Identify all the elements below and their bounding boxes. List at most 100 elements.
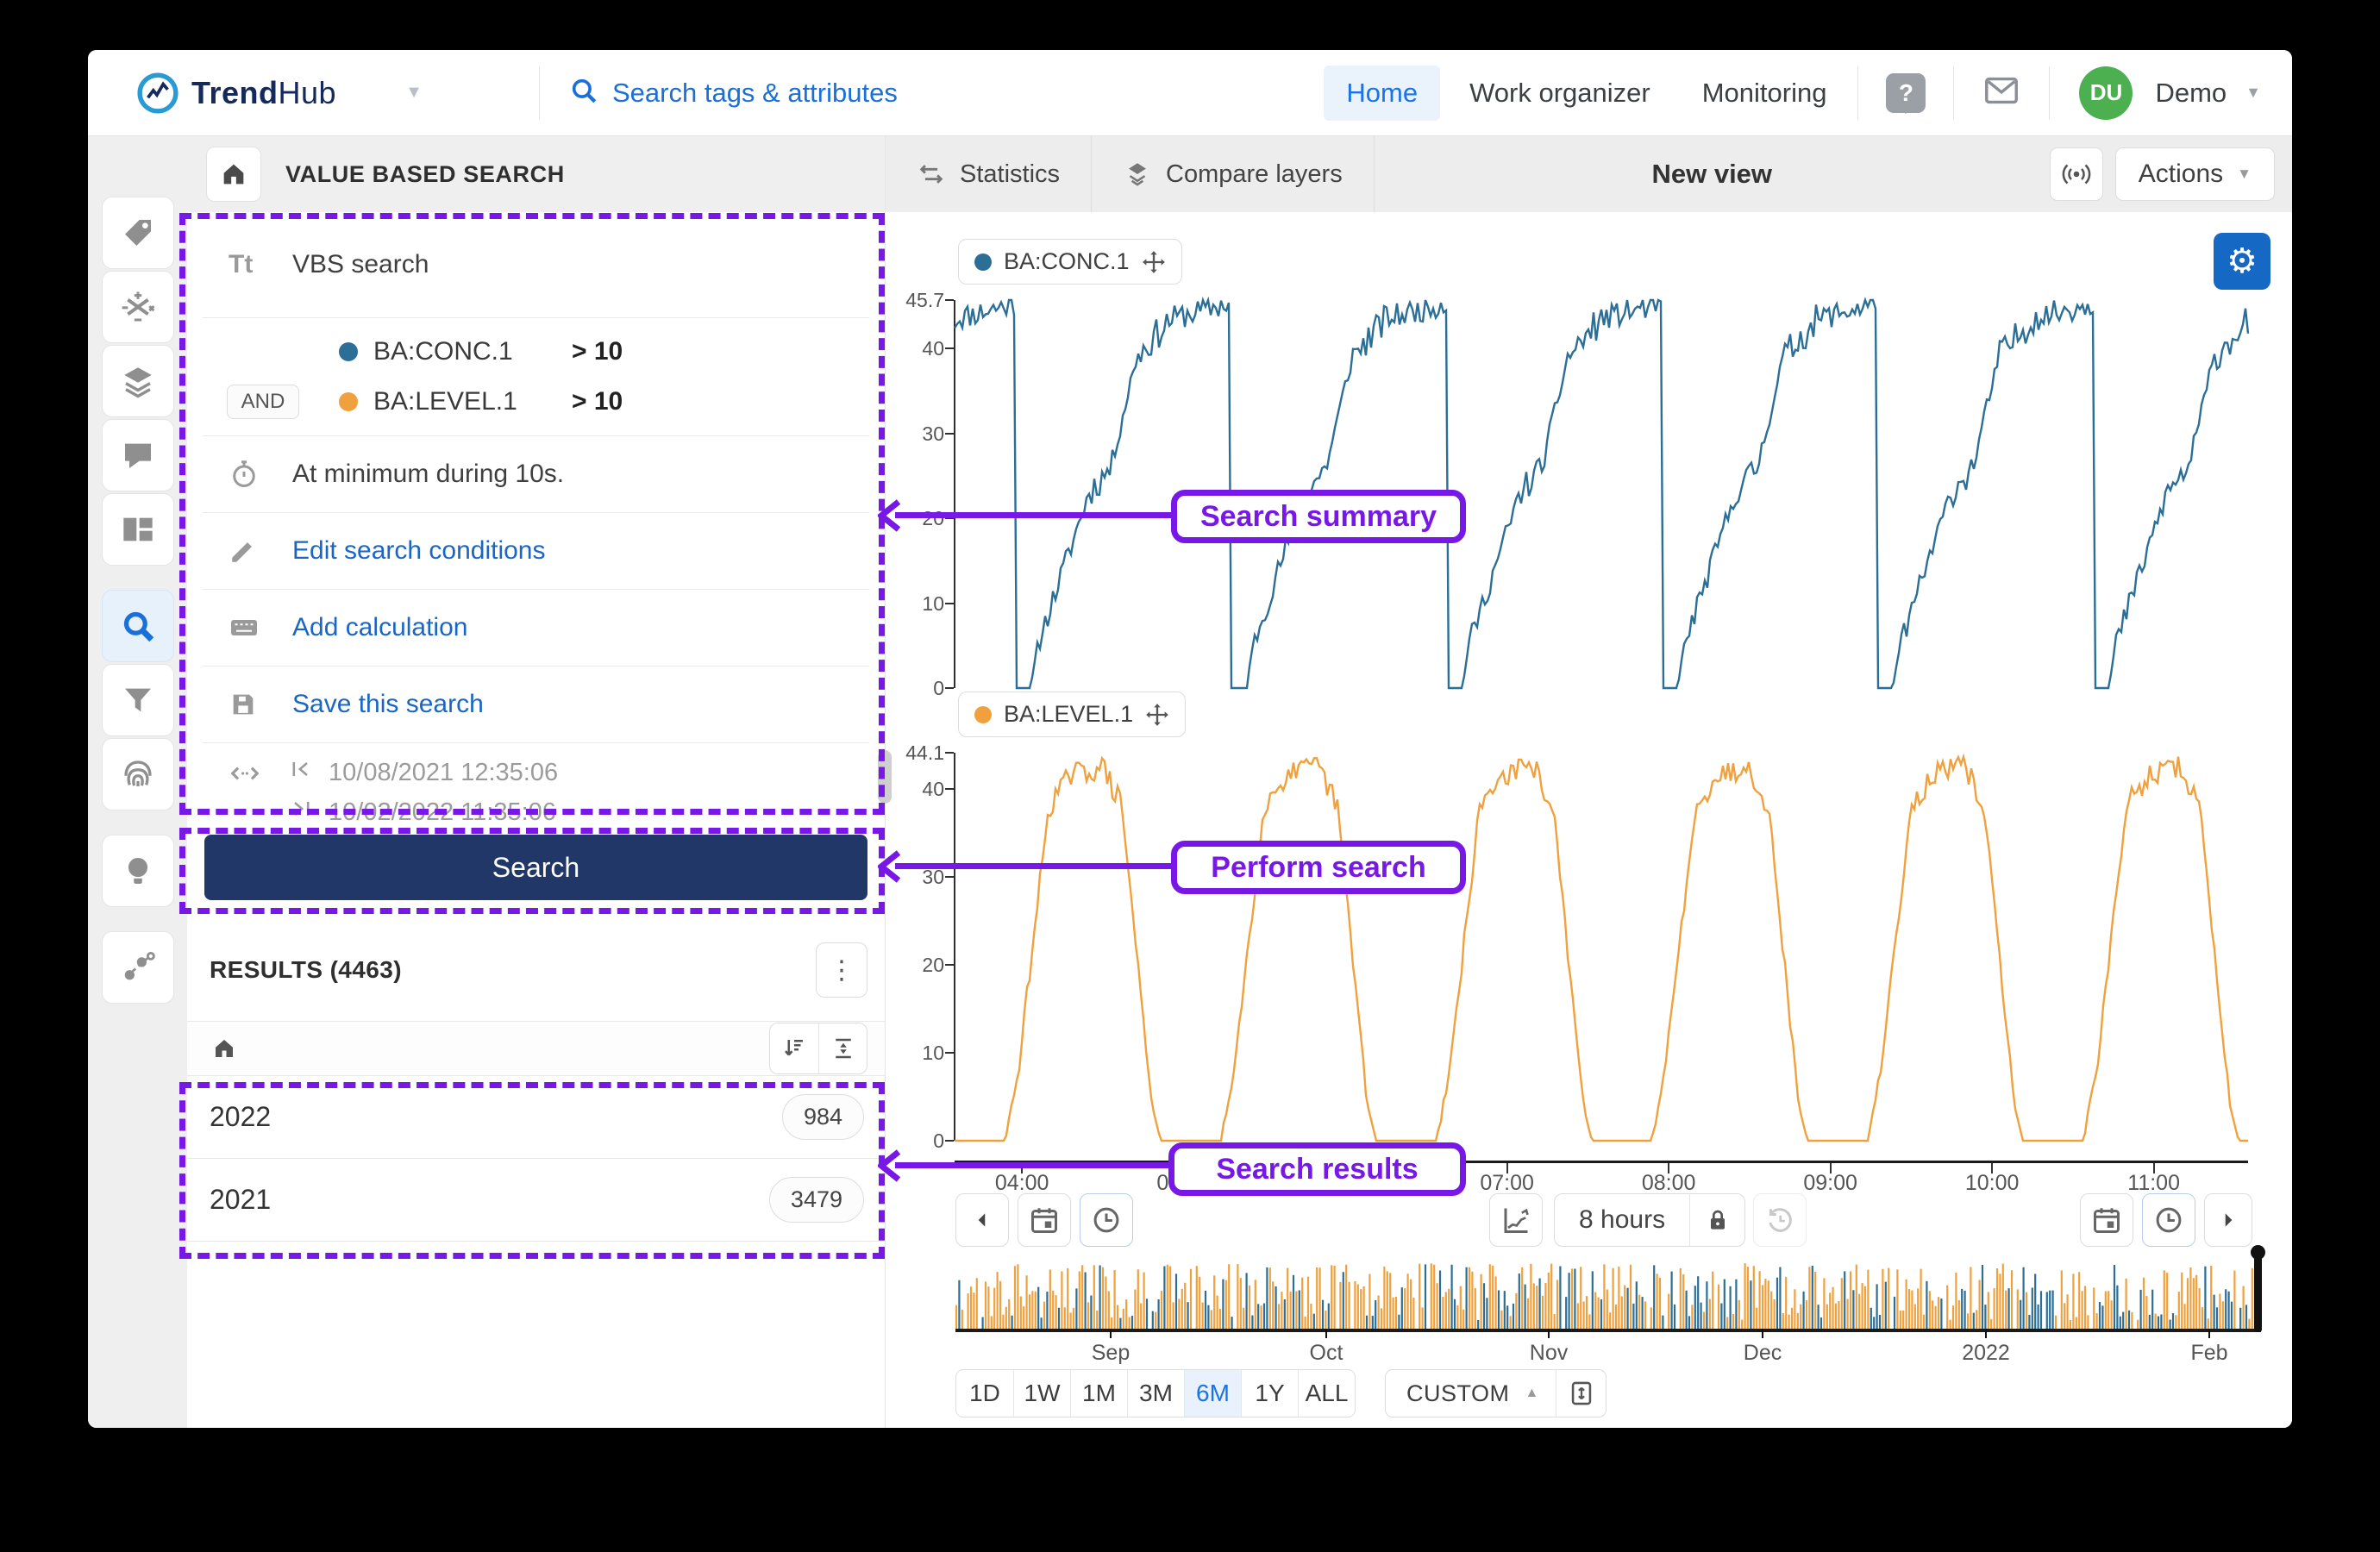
y-tick-mark (945, 687, 954, 689)
result-count-badge: 3479 (769, 1177, 864, 1223)
sidebar-item-layers[interactable] (102, 345, 174, 417)
sidebar-item-fingerprint[interactable] (102, 738, 174, 810)
search-button[interactable]: Search (204, 835, 867, 900)
move-handle-icon[interactable] (1142, 250, 1166, 274)
brand-caret-icon[interactable]: ▼ (405, 83, 423, 103)
sidebar-item-search[interactable] (102, 590, 174, 662)
end-calendar-button[interactable] (2080, 1193, 2133, 1247)
custom-collapse-caret-icon[interactable]: ▲ (1525, 1370, 1556, 1417)
time-range-block: 10/08/2021 12:35:06 10/02/2022 11:35:06 (187, 743, 885, 828)
mail-icon[interactable] (1982, 71, 2021, 115)
tag-search-bar[interactable]: Search tags & attributes (540, 76, 1324, 110)
actions-label: Actions (2139, 160, 2223, 189)
move-handle-icon[interactable] (1145, 703, 1169, 727)
save-this-search-link[interactable]: Save this search (292, 690, 484, 719)
user-name[interactable]: Demo (2155, 78, 2227, 109)
avatar[interactable]: DU (2079, 66, 2133, 120)
search-conditions: BA:CONC.1> 10ANDBA:LEVEL.1> 10 (187, 318, 885, 435)
collapse-groups-button[interactable] (818, 1023, 867, 1073)
preset-1m[interactable]: 1M (1070, 1370, 1127, 1417)
sidebar-item-comment[interactable] (102, 419, 174, 491)
results-menu-button[interactable]: ⋮ (816, 942, 867, 998)
sidebar-item-calc[interactable] (102, 271, 174, 343)
y-tick-label: 44.1 (891, 741, 944, 765)
series-plot-ba-conc-1 (955, 296, 2248, 692)
add-calculation-link[interactable]: Add calculation (292, 613, 467, 642)
chart-settings-gear-button[interactable]: ⚙ (2214, 233, 2270, 290)
nav-item-home[interactable]: Home (1324, 66, 1440, 121)
context-trend-button[interactable] (1489, 1193, 1543, 1247)
zoom-preset-group: 1D1W1M3M6M1YALL (955, 1369, 1356, 1417)
sidebar-item-bulb[interactable] (102, 835, 174, 907)
legend-chip-ba-conc-1[interactable]: BA:CONC.1 (958, 239, 1182, 285)
result-row-2022[interactable]: 2022984 (187, 1076, 885, 1159)
sort-descending-button[interactable] (770, 1023, 818, 1073)
overview-scrubber-handle[interactable] (2254, 1255, 2262, 1332)
user-menu-caret-icon[interactable]: ▼ (2245, 84, 2261, 102)
sidebar-item-graph[interactable] (102, 931, 174, 1004)
results-home-icon[interactable] (211, 1036, 769, 1061)
sidebar-item-funnel[interactable] (102, 664, 174, 736)
month-label: Oct (1287, 1341, 1365, 1366)
sidebar-item-dashboard[interactable] (102, 493, 174, 566)
preset-1y[interactable]: 1Y (1241, 1370, 1298, 1417)
chart-canvas[interactable]: ⚙ BA:CONC.145.7403020100BA:LEVEL.144.140… (886, 212, 2292, 1428)
help-icon[interactable]: ? (1886, 73, 1926, 113)
preset-3m[interactable]: 3M (1127, 1370, 1184, 1417)
live-mode-button[interactable] (2050, 147, 2103, 201)
nav-item-monitoring[interactable]: Monitoring (1680, 66, 1850, 121)
result-count-badge: 984 (782, 1094, 864, 1140)
tab-compare-layers[interactable]: Compare layers (1092, 136, 1375, 212)
history-button[interactable] (1753, 1193, 1807, 1247)
month-tick-mark (1762, 1329, 1763, 1338)
preset-6m[interactable]: 6M (1184, 1370, 1241, 1417)
start-calendar-button-icon (1029, 1205, 1060, 1236)
save-icon (229, 690, 263, 719)
duration-value[interactable]: 8 hours (1555, 1205, 1689, 1235)
end-time-button[interactable] (2142, 1193, 2195, 1247)
start-calendar-button[interactable] (1018, 1193, 1071, 1247)
top-bar: TrendHub ▼ Search tags & attributes Home… (88, 50, 2292, 136)
x-tick-label: 07:00 (1464, 1171, 1550, 1196)
condition-tag: BA:CONC.1 (373, 337, 572, 366)
lock-duration-button[interactable] (1689, 1194, 1744, 1246)
custom-range-label[interactable]: CUSTOM (1386, 1370, 1525, 1417)
month-tick-mark (2208, 1329, 2210, 1338)
tab-statistics[interactable]: Statistics (886, 136, 1092, 212)
actions-button[interactable]: Actions ▼ (2115, 147, 2275, 201)
start-time-button-icon (1091, 1205, 1122, 1236)
comment-icon (121, 438, 155, 472)
panel-home-button[interactable] (206, 147, 261, 202)
series-color-dot (339, 392, 358, 411)
duration-control: 8 hours (1554, 1193, 1745, 1247)
app-window: TrendHub ▼ Search tags & attributes Home… (88, 50, 2292, 1428)
nav-item-work-organizer[interactable]: Work organizer (1447, 66, 1673, 121)
fit-range-button[interactable] (1556, 1370, 1606, 1417)
panel-scrollbar-thumb[interactable] (878, 750, 892, 804)
sidebar-item-tag[interactable] (102, 197, 174, 269)
edit-search-conditions-link[interactable]: Edit search conditions (292, 536, 546, 566)
add-calculation-link-row[interactable]: Add calculation (187, 590, 885, 666)
shift-window-left-button[interactable] (955, 1193, 1009, 1247)
preset-1w[interactable]: 1W (1013, 1370, 1070, 1417)
overview-axis-line (955, 1329, 2261, 1332)
preset-1d[interactable]: 1D (956, 1370, 1013, 1417)
legend-chip-ba-level-1[interactable]: BA:LEVEL.1 (958, 692, 1186, 737)
search-placeholder: Search tags & attributes (612, 78, 898, 109)
custom-range-control: CUSTOM▲ (1385, 1369, 1606, 1417)
y-tick-mark (945, 517, 954, 519)
context-trend-button-icon (1500, 1205, 1531, 1236)
x-tick-label: 06:00 (1302, 1171, 1388, 1196)
save-search-link-row[interactable]: Save this search (187, 666, 885, 742)
edit-conditions-link-row[interactable]: Edit search conditions (187, 513, 885, 589)
start-time-button[interactable] (1080, 1193, 1133, 1247)
y-tick-mark (945, 603, 954, 604)
result-row-2021[interactable]: 20213479 (187, 1159, 885, 1242)
shift-window-right-button[interactable] (2204, 1193, 2252, 1247)
y-tick-mark (945, 299, 954, 301)
end-time-button-icon (2153, 1205, 2184, 1236)
preset-all[interactable]: ALL (1298, 1370, 1355, 1417)
x-tick-label: 08:00 (1625, 1171, 1712, 1196)
month-tick-mark (1110, 1329, 1112, 1338)
overview-strip[interactable] (955, 1259, 2261, 1329)
